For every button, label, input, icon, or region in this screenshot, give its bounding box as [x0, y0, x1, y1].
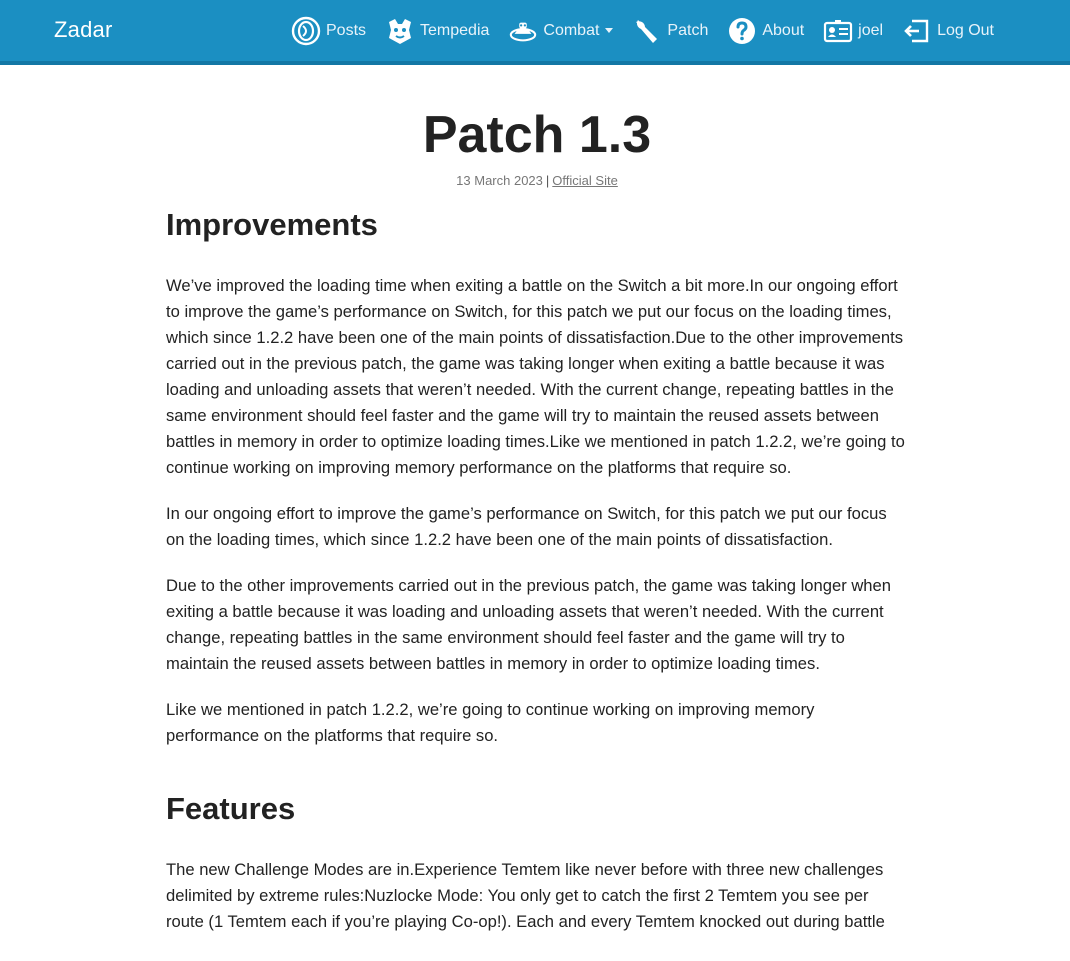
main-nav: Posts Tempedia Combat Patch About joel L…	[291, 0, 994, 61]
tempedia-icon	[385, 16, 415, 46]
paragraph: We’ve improved the loading time when exi…	[166, 276, 905, 477]
meta-separator: |	[545, 173, 550, 188]
question-icon	[727, 16, 757, 46]
nav-label-posts: Posts	[326, 21, 367, 39]
nav-item-combat[interactable]: Combat	[508, 16, 614, 46]
official-site-link[interactable]: Official Site	[552, 173, 618, 188]
nav-item-posts[interactable]: Posts	[291, 16, 366, 46]
post-content: Patch 1.3 13 March 2023 | Official Site Im…	[166, 65, 908, 935]
section-heading-features: Features	[166, 791, 296, 826]
nav-item-patch[interactable]: Patch	[632, 16, 708, 46]
combat-icon	[508, 16, 538, 46]
paragraph: Due to the other improvements carried ou…	[166, 576, 891, 673]
chevron-down-icon	[605, 28, 614, 33]
nav-label-username: joel	[858, 21, 884, 39]
logout-icon	[902, 16, 932, 46]
section-heading-improvements: Improvements	[166, 207, 378, 242]
nav-label-logout: Log Out	[937, 21, 994, 39]
nav-item-logout[interactable]: Log Out	[902, 16, 994, 46]
nav-item-profile[interactable]: joel	[823, 16, 883, 46]
page-title: Patch 1.3	[422, 106, 652, 164]
brand-link[interactable]: Zadar	[54, 17, 112, 43]
top-navbar: Zadar Posts Tempedia Combat Patch About …	[0, 0, 1070, 65]
nav-label-about: About	[762, 21, 805, 39]
disc-icon	[291, 16, 321, 46]
post-date: 13 March 2023	[456, 173, 543, 188]
nav-item-about[interactable]: About	[727, 16, 804, 46]
id-card-icon	[823, 16, 853, 46]
nav-label-tempedia: Tempedia	[420, 21, 490, 39]
wrench-icon	[632, 16, 662, 46]
paragraph: Like we mentioned in patch 1.2.2, we’re …	[166, 700, 815, 745]
post-meta: 13 March 2023 | Official Site	[166, 173, 908, 189]
nav-label-combat: Combat	[543, 21, 600, 39]
paragraph: The new Challenge Modes are in.Experienc…	[166, 860, 885, 931]
paragraph: In our ongoing effort to improve the gam…	[166, 504, 887, 549]
nav-item-tempedia[interactable]: Tempedia	[385, 16, 489, 46]
nav-label-patch: Patch	[667, 21, 709, 39]
